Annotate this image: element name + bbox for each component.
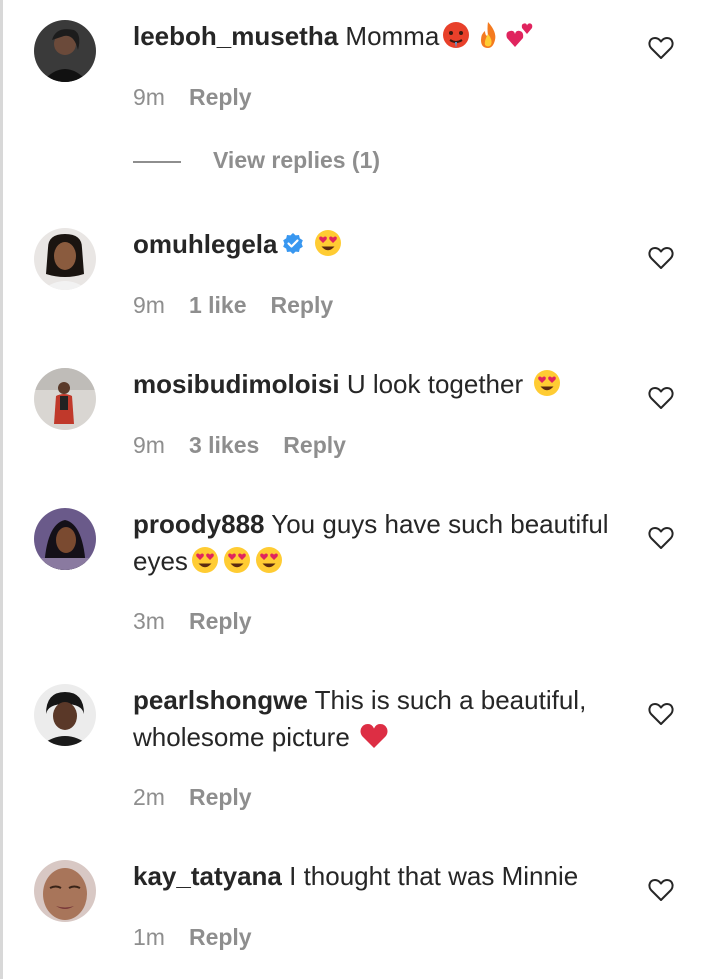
comment-username[interactable]: pearlshongwe	[133, 685, 308, 715]
heart-eyes-emoji	[223, 547, 250, 573]
heart-eyes-emoji	[534, 370, 561, 396]
avatar[interactable]	[34, 508, 96, 570]
heart-eyes-emoji	[255, 547, 282, 573]
comment-text: mosibudimoloisi U look together	[133, 366, 633, 403]
comment-time: 3m	[133, 608, 165, 634]
fire-emoji	[481, 22, 496, 48]
comment-meta: 3m Reply	[133, 608, 252, 635]
comment-time: 9m	[133, 432, 165, 458]
comment-text: kay_tatyana I thought that was Minnie	[133, 858, 633, 895]
like-heart-icon[interactable]	[648, 246, 674, 270]
comment-likes[interactable]: 1 like	[189, 292, 247, 319]
like-heart-icon[interactable]	[648, 36, 674, 60]
comment-username[interactable]: mosibudimoloisi	[133, 369, 340, 399]
comment-username[interactable]: proody888	[133, 509, 265, 539]
avatar[interactable]	[34, 20, 96, 82]
like-heart-icon[interactable]	[648, 878, 674, 902]
reply-button[interactable]: Reply	[189, 84, 252, 111]
comment-text: leeboh_musetha Momma	[133, 18, 633, 55]
like-heart-icon[interactable]	[648, 702, 674, 726]
comment-time: 9m	[133, 292, 165, 318]
comment-meta: 9m 3 likes Reply	[133, 432, 346, 459]
comment-meta: 2m Reply	[133, 784, 252, 811]
comment-time: 9m	[133, 84, 165, 110]
view-replies-label: View replies (1)	[213, 147, 381, 173]
like-heart-icon[interactable]	[648, 526, 674, 550]
avatar[interactable]	[34, 368, 96, 430]
hot-face-emoji	[443, 22, 470, 48]
comment-time: 1m	[133, 924, 165, 950]
reply-button[interactable]: Reply	[189, 608, 252, 635]
view-replies-line	[133, 160, 181, 163]
red-heart-emoji	[360, 724, 388, 748]
comment-likes[interactable]: 3 likes	[189, 432, 259, 459]
comment-text: omuhlegela	[133, 226, 633, 263]
comment-username[interactable]: kay_tatyana	[133, 861, 282, 891]
reply-button[interactable]: Reply	[271, 292, 334, 319]
avatar[interactable]	[34, 860, 96, 922]
comment-meta: 9m 1 like Reply	[133, 292, 333, 319]
avatar[interactable]	[34, 228, 96, 290]
comment-text: pearlshongwe This is such a beautiful, w…	[133, 682, 633, 756]
comment-username[interactable]: leeboh_musetha	[133, 21, 338, 51]
two-hearts-emoji	[506, 23, 533, 47]
view-replies-button[interactable]: View replies (1)	[133, 147, 380, 174]
comment-text: proody888 You guys have such beautiful e…	[133, 506, 633, 580]
like-heart-icon[interactable]	[648, 386, 674, 410]
heart-eyes-emoji	[191, 547, 218, 573]
comment-time: 2m	[133, 784, 165, 810]
heart-eyes-emoji	[315, 230, 342, 256]
reply-button[interactable]: Reply	[283, 432, 346, 459]
reply-button[interactable]: Reply	[189, 924, 252, 951]
comment-body: I thought that was Minnie	[289, 861, 579, 891]
comment-body: U look together	[346, 369, 524, 399]
comment-body: Momma	[345, 21, 440, 51]
left-edge-divider	[0, 0, 3, 979]
comment-meta: 1m Reply	[133, 924, 252, 951]
verified-badge-icon	[283, 233, 304, 254]
reply-button[interactable]: Reply	[189, 784, 252, 811]
comment-username[interactable]: omuhlegela	[133, 229, 277, 259]
comment-meta: 9m Reply	[133, 84, 252, 111]
avatar[interactable]	[34, 684, 96, 746]
